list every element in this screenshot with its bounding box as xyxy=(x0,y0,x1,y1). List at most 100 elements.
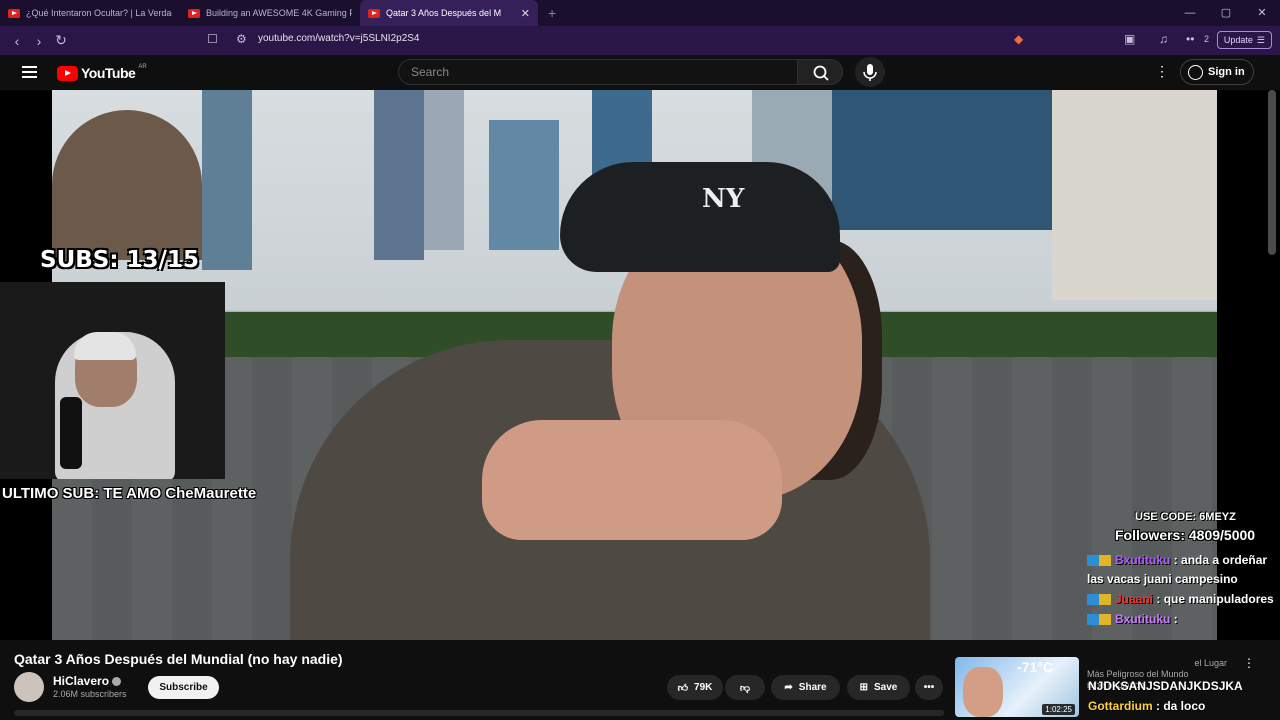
search-button[interactable] xyxy=(797,59,843,85)
chat-overlay: Bxutituku : anda a ordeñar las vacas jua… xyxy=(1087,551,1277,630)
more-actions-button[interactable]: ••• xyxy=(915,675,943,700)
verified-icon xyxy=(112,677,122,687)
channel-name-text: HiClavero xyxy=(53,674,110,688)
more-horizontal-icon: ••• xyxy=(923,682,935,693)
tab-title: Building an AWESOME 4K Gaming P xyxy=(206,8,352,18)
youtube-favicon-icon xyxy=(188,8,200,18)
site-settings-icon[interactable]: ⚙ xyxy=(236,32,247,46)
cap xyxy=(560,162,840,272)
badge-icon xyxy=(1087,614,1111,626)
hamburger-menu-icon[interactable] xyxy=(22,66,37,78)
share-icon: ➦ xyxy=(784,682,793,693)
minimize-icon[interactable]: — xyxy=(1172,0,1208,26)
browser-tab[interactable]: ¿Qué Intentaron Ocultar? | La Verdad xyxy=(0,0,180,26)
microphone-icon xyxy=(863,64,877,81)
share-button[interactable]: ➦ Share xyxy=(771,675,840,700)
followers-overlay: Followers: 4809/5000 xyxy=(1115,527,1256,543)
back-icon[interactable]: ‹ xyxy=(6,33,28,49)
logo-text: YouTube xyxy=(81,65,136,81)
recommended-thumbnail[interactable]: -71°C 1:02:25 xyxy=(955,657,1079,717)
share-label: Share xyxy=(798,682,827,693)
media-icon[interactable]: ♫ xyxy=(1159,32,1168,46)
chat-message: NJDKSANJSDANJKDSJKA xyxy=(1088,679,1243,693)
account-icon xyxy=(1188,64,1203,80)
youtube-favicon-icon xyxy=(8,8,20,18)
chat-text: : que manipuladores xyxy=(1156,592,1274,606)
chat-message: Gottardium : da loco xyxy=(1088,696,1243,716)
description-bar[interactable] xyxy=(14,710,944,716)
chat-user: Juaani xyxy=(1115,592,1154,606)
search-input[interactable]: Search xyxy=(398,59,798,85)
voice-search-button[interactable] xyxy=(855,57,885,87)
ny-logo: NY xyxy=(702,184,745,214)
more-options-icon[interactable]: ⋮ xyxy=(1155,63,1169,80)
sign-in-button[interactable]: Sign in xyxy=(1180,59,1254,85)
close-window-icon[interactable]: ✕ xyxy=(1244,0,1280,26)
chat-user: Gottardium xyxy=(1088,699,1153,713)
menu-icon: ☰ xyxy=(1256,34,1265,45)
search-icon xyxy=(813,65,829,81)
badge-icon xyxy=(1087,555,1111,567)
tab-title: Qatar 3 Años Después del M xyxy=(386,8,502,18)
recommended-title-part: el Lugar xyxy=(1194,658,1227,668)
wallet-icon[interactable]: •• xyxy=(1186,32,1194,46)
chat-overlay-lower: NJDKSANJSDANJKDSJKA Gottardium : da loco xyxy=(1088,676,1243,716)
channel-avatar[interactable] xyxy=(14,672,44,702)
use-code-overlay: USE CODE: 6MEYZ xyxy=(1135,511,1236,523)
chat-text: : xyxy=(1173,612,1178,626)
youtube-favicon-icon xyxy=(368,8,380,18)
update-label: Update xyxy=(1223,35,1253,45)
youtube-logo[interactable]: YouTube AR xyxy=(57,64,147,81)
browser-tab[interactable]: Building an AWESOME 4K Gaming P xyxy=(180,0,360,26)
address-bar: ‹ › ↻ ☐ ⚙ youtube.com/watch?v=j5SLNI2p2S… xyxy=(0,26,1280,55)
badge-icon xyxy=(1087,594,1111,606)
youtube-play-icon xyxy=(57,65,78,81)
scrollbar[interactable] xyxy=(1268,90,1276,255)
thumbnail-text: -71°C xyxy=(1017,659,1053,675)
youtube-header: YouTube AR Search ⋮ Sign in xyxy=(0,55,1280,90)
window-controls: — ▢ ✕ xyxy=(1172,0,1280,26)
sidebar-icon[interactable]: ▣ xyxy=(1124,32,1135,46)
channel-name[interactable]: HiClavero xyxy=(53,674,122,688)
webcam-overlay xyxy=(0,282,225,479)
browser-tab-active[interactable]: Qatar 3 Años Después del M ✕ xyxy=(360,0,538,26)
subscribe-button[interactable]: Subscribe xyxy=(148,676,219,699)
recommended-more-icon[interactable]: ⋮ xyxy=(1243,656,1255,670)
sign-in-label: Sign in xyxy=(1208,66,1245,78)
microphone-stand xyxy=(60,397,82,469)
chat-message: Bxutituku : xyxy=(1087,610,1277,629)
bookmark-icon[interactable]: ☐ xyxy=(207,32,218,46)
brave-shield-icon[interactable]: ◆ xyxy=(1014,32,1023,46)
save-label: Save xyxy=(874,682,898,693)
update-button[interactable]: Update ☰ xyxy=(1216,31,1272,49)
maximize-icon[interactable]: ▢ xyxy=(1208,0,1244,26)
subs-goal-overlay: SUBS: 13/15 xyxy=(40,247,199,273)
video-frame: NY xyxy=(52,90,1217,640)
chat-text: : anda a ordeñar las vacas juani campesi… xyxy=(1087,553,1268,586)
like-count: 79K xyxy=(694,682,713,693)
save-icon: ⊞ xyxy=(859,682,869,693)
reload-icon[interactable]: ↻ xyxy=(50,32,72,49)
video-info: Qatar 3 Años Después del Mundial (no hay… xyxy=(0,640,1280,720)
tab-title: ¿Qué Intentaron Ocultar? | La Verdad xyxy=(26,8,172,18)
video-player[interactable]: NY SUBS: 13/15 ULTIMO SUB: TE AMO CheMau… xyxy=(0,90,1280,640)
video-title: Qatar 3 Años Después del Mundial (no hay… xyxy=(14,651,343,667)
country-code: AR xyxy=(138,64,147,70)
chat-user: Bxutituku xyxy=(1115,553,1171,567)
subscriber-count: 2.06M subscribers xyxy=(53,689,127,699)
thumbs-up-icon: 👍︎ xyxy=(677,682,689,694)
browser-tab-bar: ¿Qué Intentaron Ocultar? | La Verdad Bui… xyxy=(0,0,1280,26)
save-button[interactable]: ⊞ Save xyxy=(847,675,910,700)
forward-icon[interactable]: › xyxy=(28,33,50,49)
last-sub-overlay: ULTIMO SUB: TE AMO CheMaurette xyxy=(2,485,257,502)
chat-user: Bxutituku xyxy=(1115,612,1171,626)
video-duration: 1:02:25 xyxy=(1042,704,1075,715)
like-button[interactable]: 👍︎ 79K xyxy=(667,675,723,700)
extension-count: 2 xyxy=(1204,34,1210,44)
chat-message: Juaani : que manipuladores xyxy=(1087,590,1277,609)
dislike-button[interactable]: 👎︎ xyxy=(725,675,765,700)
close-tab-icon[interactable]: ✕ xyxy=(521,7,530,20)
thumbs-down-icon: 👎︎ xyxy=(739,682,751,694)
new-tab-icon[interactable]: + xyxy=(548,5,556,21)
url-field[interactable]: youtube.com/watch?v=j5SLNI2p2S4 xyxy=(258,33,420,44)
